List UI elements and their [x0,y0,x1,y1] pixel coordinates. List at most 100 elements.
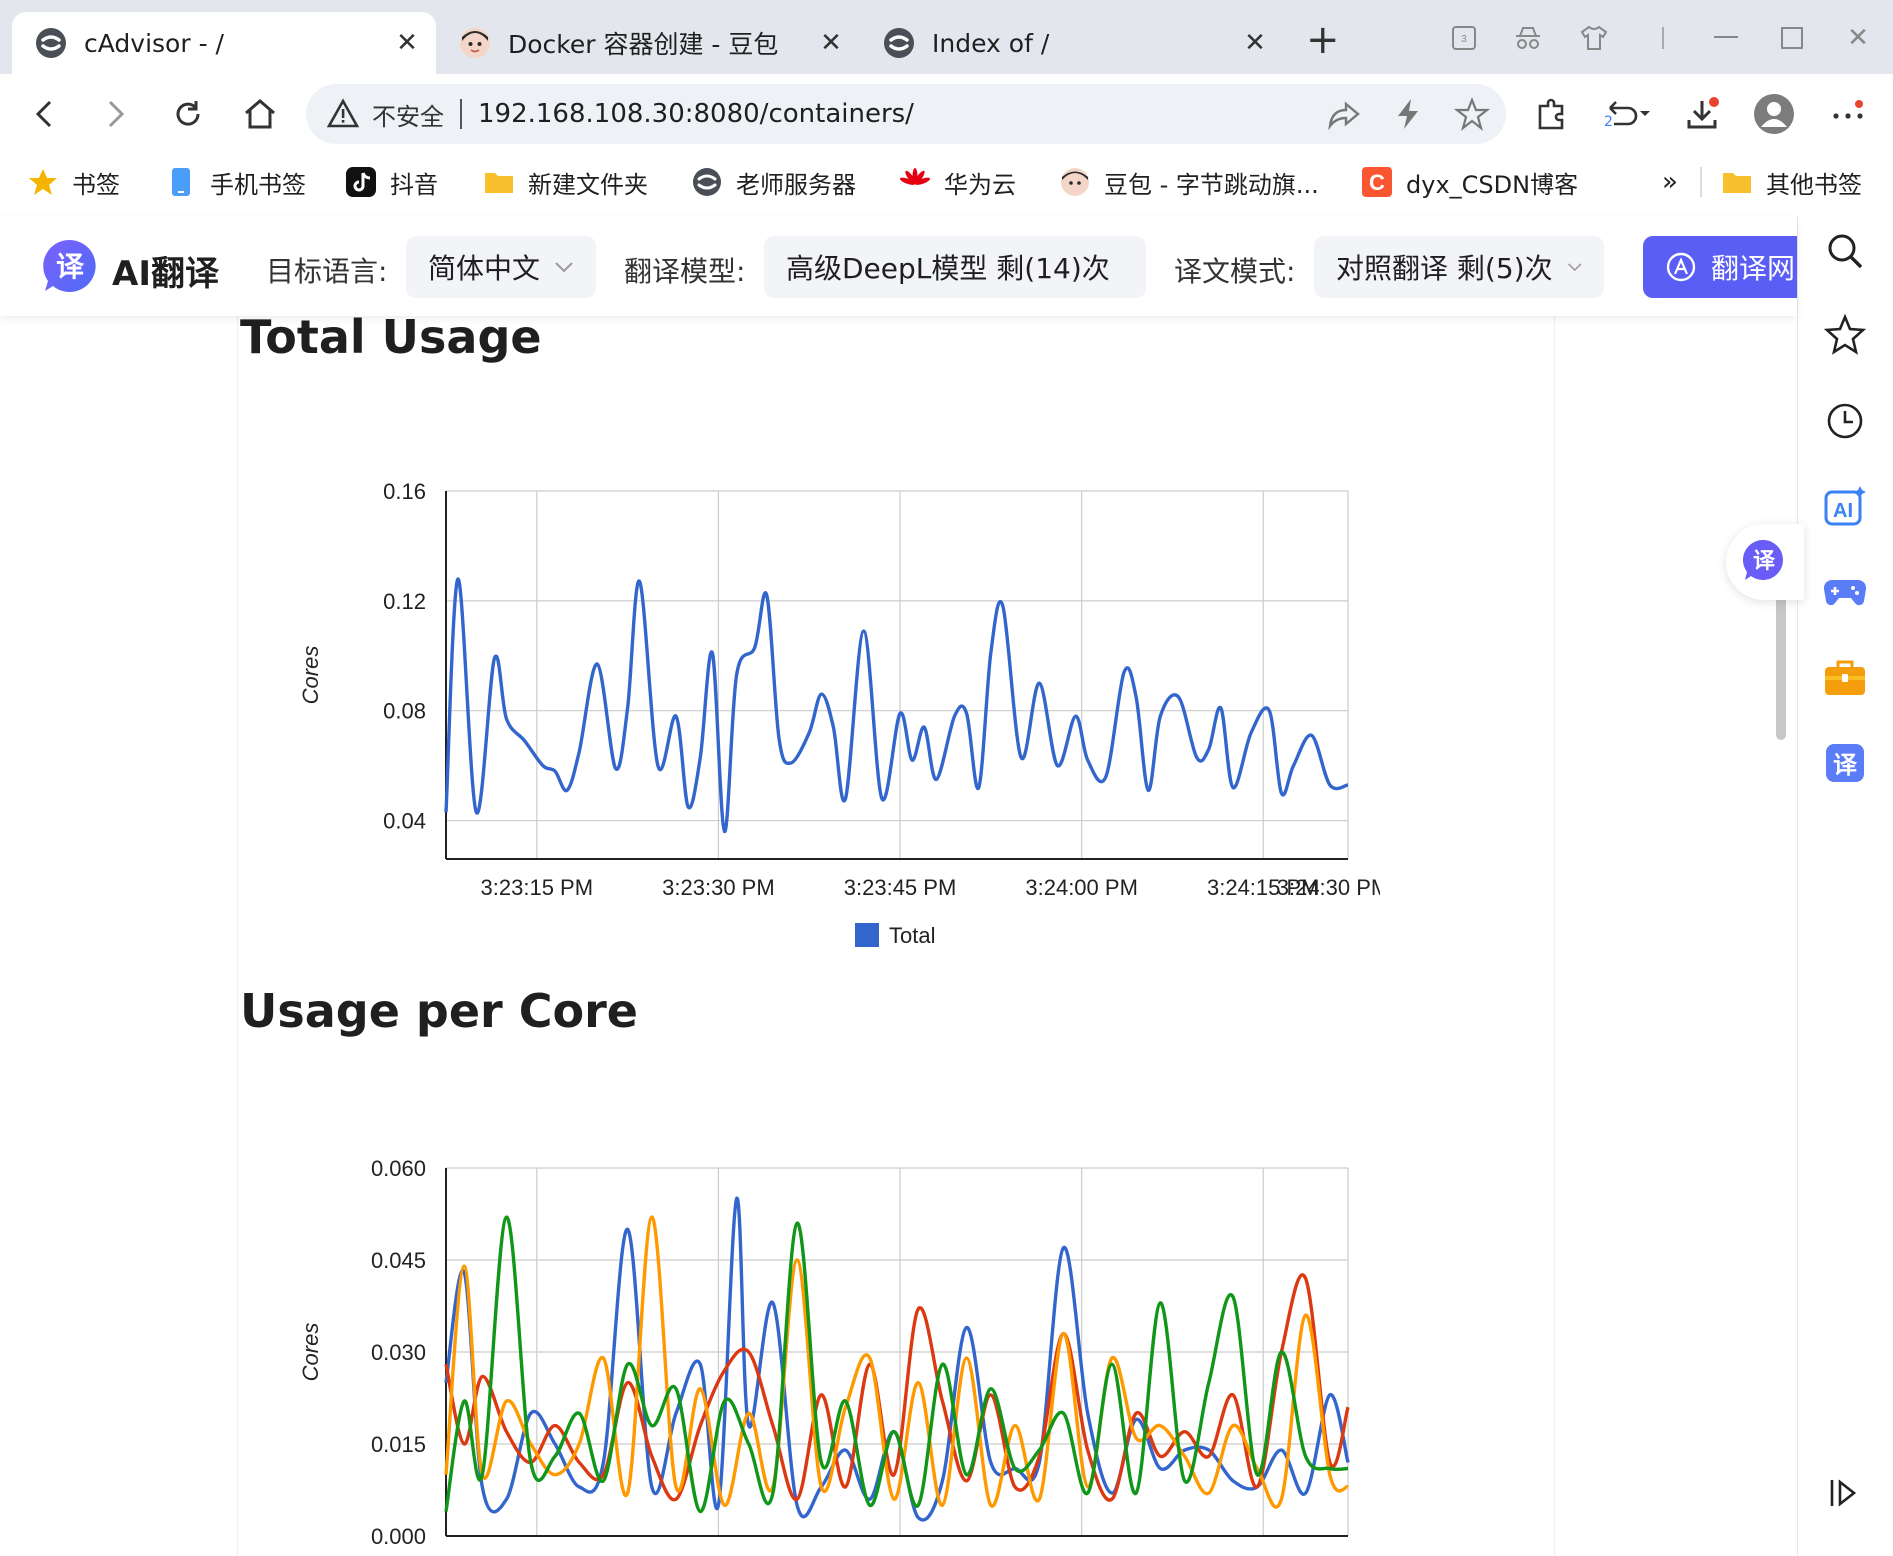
mobile-phone-icon [172,168,190,196]
bookmark-label: 华为云 [944,170,1016,199]
bookmark-teacher-server[interactable]: 老师服务器 [692,162,856,202]
address-divider [460,99,462,129]
bookmark-label: dyx_CSDN博客 [1406,170,1579,199]
download-icon[interactable] [1684,96,1720,132]
folder-icon [485,173,513,193]
total-usage-chart: 0.04 0.08 0.12 0.16 3:23:15 PM 3:23:30 PM 3:23… [298,479,1380,948]
home-icon[interactable] [238,92,282,136]
security-label[interactable]: 不安全 [372,97,444,132]
bookmark-csdn[interactable]: C dyx_CSDN博客 [1362,162,1578,202]
bookmark-doubao[interactable]: 豆包 - 字节跳动旗... [1060,162,1319,202]
series-line-1 [444,1273,1350,1502]
target-language-select[interactable]: 简体中文 [406,236,596,298]
new-tab-plus-icon[interactable]: + [1306,18,1340,62]
svg-text:AI: AI [1833,500,1853,522]
extensions-puzzle-icon[interactable] [1534,96,1570,132]
translation-mode-value: 对照翻译 剩(5)次 [1336,252,1553,285]
translate-bubble-icon: 译 [1742,539,1783,580]
y-axis-title: Cores [298,646,323,705]
tab-cadvisor[interactable]: cAdvisor - / ✕ [12,12,436,74]
game-controller-icon[interactable] [1822,568,1868,614]
floating-translate-button[interactable]: 译 [1726,524,1804,600]
y-tick-label: 0.08 [383,699,426,724]
history-icon[interactable] [1822,398,1868,444]
chart-gridlines [446,490,1349,859]
svg-text:译: 译 [1753,548,1776,573]
maximize-icon[interactable] [1772,20,1812,56]
window-divider [1644,20,1684,56]
y-tick-label: 0.060 [371,1156,426,1181]
svg-text:C: C [1369,170,1385,195]
tab-count-icon[interactable]: 3 [1444,20,1484,56]
toolbox-icon[interactable] [1822,654,1868,700]
bookmarks-divider [1700,162,1702,202]
more-menu-icon[interactable] [1830,96,1866,132]
chevron-down-icon [555,262,573,273]
translation-mode-select[interactable]: 对照翻译 剩(5)次 [1314,236,1604,298]
profile-avatar-icon[interactable] [1752,92,1796,136]
bookmark-shuqian[interactable]: 书签 [28,162,120,202]
minimize-icon[interactable] [1706,20,1746,56]
translation-mode-label: 译文模式: [1174,255,1296,288]
doubao-avatar-icon [460,28,490,58]
page-content: Total Usage 0.04 0.08 0.12 0.16 3:23:15 PM 3:… [0,316,1776,1556]
translate-icon[interactable]: 译 [1822,740,1868,786]
bookmark-new-folder[interactable]: 新建文件夹 [484,162,648,202]
translate-page-button[interactable]: 翻译网 [1643,236,1797,298]
bookmark-huawei-cloud[interactable]: 华为云 [900,162,1016,202]
translate-page-label: 翻译网 [1711,252,1796,285]
history-badge: 2 [1604,114,1613,130]
y-tick-label: 0.015 [371,1432,426,1457]
close-window-icon[interactable]: ✕ [1838,20,1878,56]
svg-text:3: 3 [1461,34,1467,45]
search-icon[interactable] [1822,228,1868,274]
y-tick-label: 0.000 [371,1524,426,1549]
warning-icon[interactable] [326,97,360,131]
bookmark-douyin[interactable]: 抖音 [346,162,438,202]
browser-e-icon [693,168,721,196]
chart-gridlines [446,1167,1349,1537]
translation-model-value: 高级DeepL模型 剩(14)次 [786,252,1110,285]
target-language-value: 简体中文 [428,252,541,285]
target-language-label: 目标语言: [266,255,388,288]
tab-title: Index of / [932,28,1050,58]
folder-icon [1723,173,1751,193]
bookmark-mobile[interactable]: 手机书签 [166,162,306,202]
bookmark-label: 书签 [72,170,120,199]
incognito-icon[interactable] [1508,20,1548,56]
bookmark-star-icon [29,169,57,195]
tab-doubao[interactable]: Docker 容器创建 - 豆包 ✕ [436,12,860,74]
usage-per-core-chart: 0.000 0.015 0.030 0.045 0.060 Cores [298,1156,1350,1549]
doubao-avatar-icon [1061,168,1089,196]
close-icon[interactable]: ✕ [392,28,422,58]
star-icon[interactable] [1822,312,1868,358]
url-text[interactable]: 192.168.108.30:8080/containers/ [478,99,914,129]
series-line-0 [444,577,1349,834]
bookmark-label: 手机书签 [210,170,306,199]
ai-assistant-icon[interactable]: AI [1822,484,1868,530]
lightning-icon[interactable] [1390,96,1426,132]
bookmark-label: 新建文件夹 [528,170,648,199]
bookmarks-overflow-chevron[interactable]: » [1662,162,1678,202]
collapse-panel-icon[interactable] [1822,1470,1868,1516]
close-icon[interactable]: ✕ [816,28,846,58]
tab-strip: cAdvisor - / ✕ Docker 容器创建 - 豆包 ✕ Index … [0,0,1893,74]
browser-e-icon [884,28,914,58]
forward-icon[interactable] [94,92,138,136]
back-icon[interactable] [22,92,66,136]
close-icon[interactable]: ✕ [1240,28,1270,58]
browser-e-icon [36,28,66,58]
chevron-down-icon [1567,263,1582,272]
share-icon[interactable] [1326,96,1362,132]
y-tick-label: 0.045 [371,1248,426,1273]
y-axis-title: Cores [298,1323,323,1382]
favorite-star-icon[interactable] [1454,96,1490,132]
skin-shirt-icon[interactable] [1574,20,1614,56]
translation-model-select[interactable]: 高级DeepL模型 剩(14)次 [764,236,1146,298]
tab-index[interactable]: Index of / ✕ [860,12,1284,74]
x-tick-label: 3:24:30 PM [1277,875,1380,900]
translate-a-icon [1666,252,1696,282]
reload-icon[interactable] [166,92,210,136]
bookmark-other[interactable]: 其他书签 [1722,162,1862,202]
page-scrollbar-thumb[interactable] [1776,585,1786,740]
